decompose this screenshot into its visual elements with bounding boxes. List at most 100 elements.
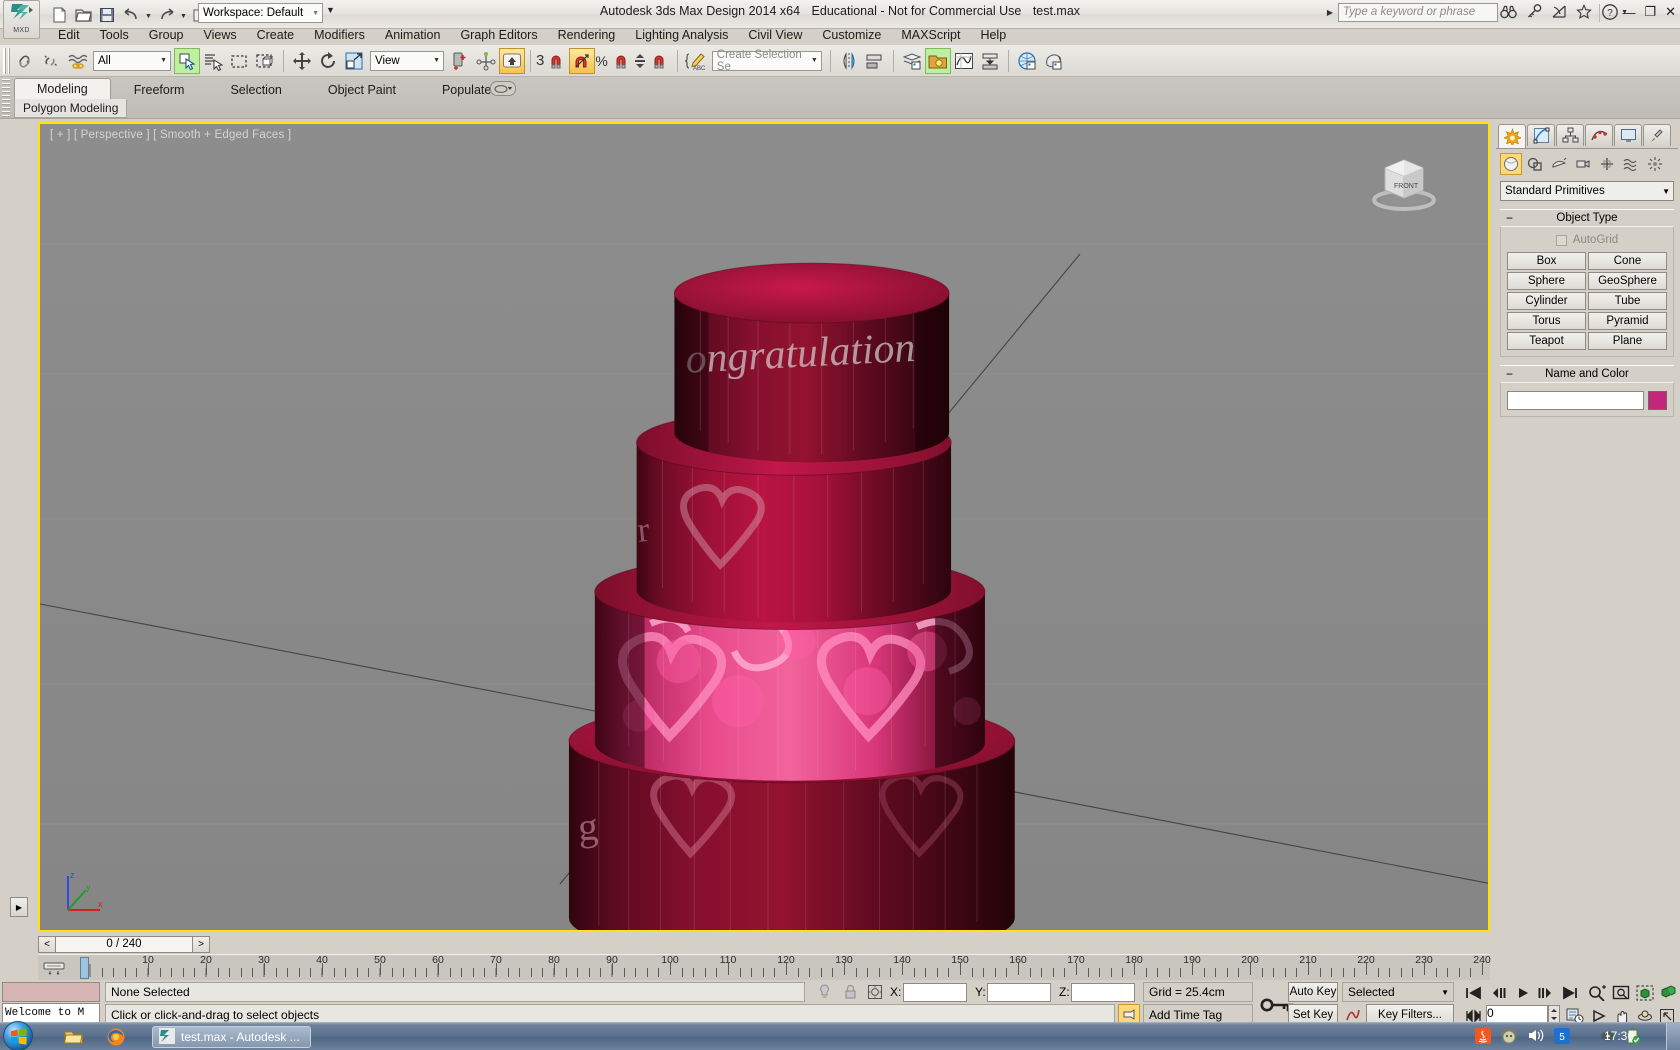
track-bar-ruler[interactable]: 10 20 30 40 50 60 70 80 90 100 110 120 130 140 150 160 1…	[78, 954, 1491, 981]
autogrid-row[interactable]: AutoGrid	[1507, 231, 1667, 249]
firefox-icon[interactable]	[104, 1026, 128, 1048]
select-and-place-icon[interactable]	[473, 48, 499, 74]
menu-group[interactable]: Group	[139, 26, 194, 44]
motion-tab[interactable]	[1585, 124, 1613, 146]
ribbon-tab-freeform[interactable]: Freeform	[111, 78, 208, 100]
select-object-icon[interactable]	[174, 47, 200, 74]
schematic-view-icon[interactable]	[977, 48, 1003, 74]
select-by-name-icon[interactable]	[200, 48, 226, 74]
open-icon[interactable]	[72, 4, 94, 26]
ribbon-minimize-toggle[interactable]	[490, 81, 516, 96]
current-frame-field[interactable]: 0 / 240	[56, 935, 192, 953]
object-type-header[interactable]: − Object Type	[1500, 209, 1674, 226]
key-icon[interactable]	[1526, 4, 1542, 22]
undo-icon[interactable]	[120, 4, 142, 26]
object-color-swatch[interactable]	[1648, 391, 1667, 410]
menu-views[interactable]: Views	[193, 26, 246, 44]
utilities-tab[interactable]	[1643, 124, 1671, 146]
ribbon-tab-object-paint[interactable]: Object Paint	[305, 78, 419, 100]
modify-tab[interactable]	[1527, 124, 1555, 146]
subcategory-combo[interactable]: Standard Primitives ▼	[1500, 181, 1674, 201]
cylinder-button[interactable]: Cylinder	[1507, 292, 1586, 310]
search-input[interactable]: Type a keyword or phrase	[1338, 3, 1498, 22]
menu-rendering[interactable]: Rendering	[548, 26, 626, 44]
menu-customize[interactable]: Customize	[812, 26, 891, 44]
unlink-selection-icon[interactable]	[38, 48, 64, 74]
minimize-button[interactable]: —	[1622, 5, 1635, 20]
zoom-icon[interactable]	[1586, 982, 1608, 1004]
previous-frame-button[interactable]: <	[38, 935, 56, 953]
next-frame-button[interactable]: >	[192, 935, 210, 953]
toolbar-grip[interactable]	[3, 47, 10, 74]
undo-dropdown-icon[interactable]: ▼	[144, 4, 153, 26]
auto-key-button[interactable]: Auto Key	[1288, 982, 1338, 1002]
systems-category-icon[interactable]	[1644, 153, 1666, 175]
ribbon-tab-modeling[interactable]: Modeling	[14, 78, 111, 100]
mirror-icon[interactable]	[836, 48, 862, 74]
maxscript-mini-listener-pink[interactable]	[2, 982, 100, 1002]
headphones-icon[interactable]	[1501, 1027, 1517, 1047]
go-to-start-icon[interactable]	[1462, 982, 1484, 1004]
box-button[interactable]: Box	[1507, 252, 1586, 270]
go-to-end-icon[interactable]	[1560, 982, 1582, 1004]
ribbon-grip[interactable]	[2, 79, 10, 117]
play-animation-icon[interactable]	[1512, 982, 1534, 1004]
absolute-relative-transform-icon[interactable]	[866, 983, 884, 1001]
menu-animation[interactable]: Animation	[375, 26, 451, 44]
redo-icon[interactable]	[155, 4, 177, 26]
menu-graph-editors[interactable]: Graph Editors	[450, 26, 547, 44]
close-button[interactable]: ✕	[1665, 4, 1676, 20]
start-button[interactable]	[3, 1021, 33, 1050]
new-icon[interactable]	[48, 4, 70, 26]
open-mini-curve-editor-icon[interactable]	[40, 958, 68, 978]
previous-frame-icon[interactable]	[1488, 982, 1510, 1004]
security-shield-icon[interactable]: 5	[1554, 1027, 1570, 1047]
select-and-rotate-icon[interactable]	[315, 48, 341, 74]
plane-button[interactable]: Plane	[1588, 332, 1667, 350]
align-icon[interactable]	[862, 48, 888, 74]
z-field[interactable]	[1071, 983, 1135, 1002]
select-and-manipulate-icon[interactable]	[499, 47, 525, 74]
tube-button[interactable]: Tube	[1588, 292, 1667, 310]
autogrid-checkbox[interactable]	[1555, 234, 1567, 246]
selection-lock-bulb-icon[interactable]	[815, 983, 833, 1001]
render-setup-icon[interactable]	[1040, 48, 1066, 74]
show-desktop-button[interactable]	[1666, 1023, 1680, 1050]
satellite-dish-icon[interactable]	[1551, 4, 1567, 22]
shapes-category-icon[interactable]	[1524, 153, 1546, 175]
menu-civil-view[interactable]: Civil View	[738, 26, 812, 44]
geosphere-button[interactable]: GeoSphere	[1588, 272, 1667, 290]
space-warps-category-icon[interactable]	[1620, 153, 1642, 175]
save-icon[interactable]	[96, 4, 118, 26]
create-tab[interactable]	[1498, 124, 1526, 148]
taskbar-item-3dsmax[interactable]: test.max - Autodesk ...	[152, 1026, 311, 1048]
torus-button[interactable]: Torus	[1507, 312, 1586, 330]
name-and-color-header[interactable]: − Name and Color	[1500, 365, 1674, 382]
lights-category-icon[interactable]	[1548, 153, 1570, 175]
expand-panel-button[interactable]: ▶	[10, 897, 28, 917]
layer-explorer-icon[interactable]	[899, 48, 925, 74]
teapot-button[interactable]: Teapot	[1507, 332, 1586, 350]
ribbon-panel-polygon-modeling[interactable]: Polygon Modeling	[14, 99, 128, 118]
display-tab[interactable]	[1614, 124, 1642, 146]
edit-named-selection-sets-icon[interactable]: ABC	[683, 48, 709, 74]
cone-button[interactable]: Cone	[1588, 252, 1667, 270]
volume-icon[interactable]	[1527, 1028, 1544, 1046]
menu-help[interactable]: Help	[970, 26, 1016, 44]
snaps-toggle-icon[interactable]	[543, 48, 569, 74]
maximize-button[interactable]: ❐	[1644, 4, 1656, 20]
binoculars-icon[interactable]	[1500, 5, 1517, 22]
scene-explorer-icon[interactable]	[924, 47, 951, 74]
menu-maxscript[interactable]: MAXScript	[891, 26, 970, 44]
rectangular-selection-region-icon[interactable]	[226, 48, 252, 74]
select-and-scale-icon[interactable]	[341, 48, 367, 74]
select-link-icon[interactable]	[12, 48, 38, 74]
star-icon[interactable]	[1576, 4, 1592, 22]
key-mode-combo[interactable]: Selected ▼	[1342, 982, 1454, 1002]
workspace-dropdown-icon[interactable]: ▼	[326, 5, 335, 15]
zoom-all-icon[interactable]	[1610, 982, 1632, 1004]
sphere-button[interactable]: Sphere	[1507, 272, 1586, 290]
menu-create[interactable]: Create	[247, 26, 305, 44]
java-icon[interactable]	[1475, 1027, 1491, 1047]
named-selection-sets-combo[interactable]: Create Selection Se ▼	[711, 49, 822, 73]
